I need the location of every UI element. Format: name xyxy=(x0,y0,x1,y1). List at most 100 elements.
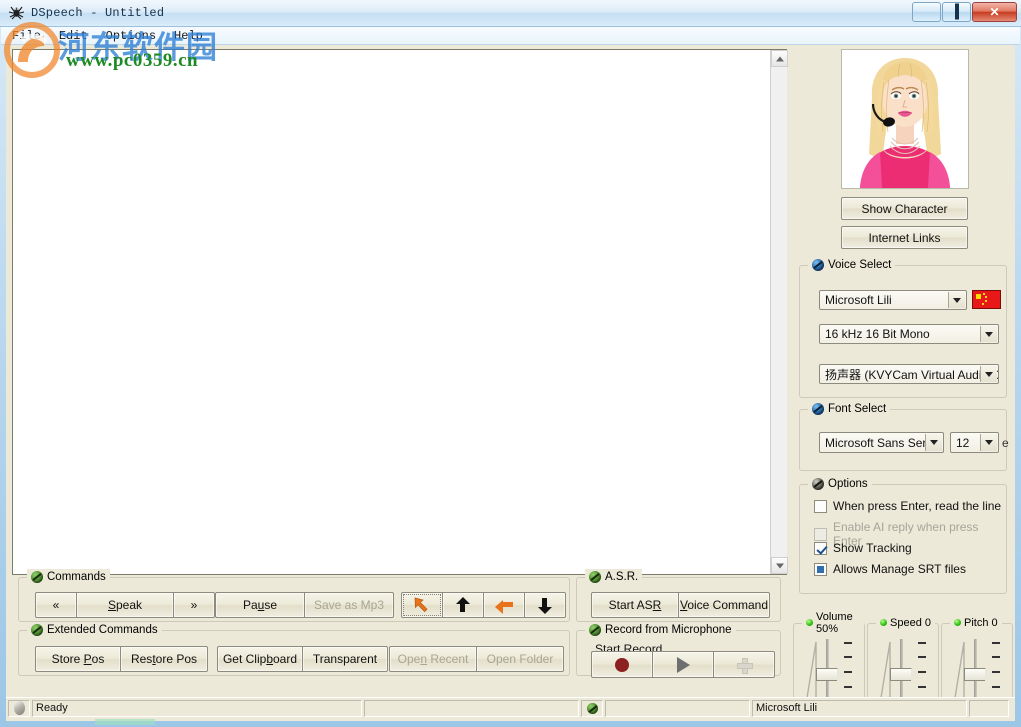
options-group-icon xyxy=(812,477,824,490)
asr-button-group: Start ASR Voice Command xyxy=(591,592,770,618)
transparent-button[interactable]: Transparent xyxy=(302,646,388,672)
menu-edit[interactable]: Edit xyxy=(52,28,95,44)
voice-dropdown[interactable]: Microsoft Lili xyxy=(819,290,967,310)
audio-format-dropdown-arrow[interactable] xyxy=(980,326,997,342)
save-as-mp3-button: Save as Mp3 xyxy=(304,592,394,618)
asr-title: A.S.R. xyxy=(585,569,643,584)
clipboard-button-group: Get Clipboard Transparent xyxy=(217,646,388,672)
pause-button[interactable]: Pause xyxy=(215,592,305,618)
font-name-dropdown-arrow[interactable] xyxy=(925,434,942,451)
play-button[interactable] xyxy=(652,651,714,678)
checkbox[interactable] xyxy=(814,499,827,513)
status-panel-3 xyxy=(581,699,603,717)
pause-save-group: Pause Save as Mp3 xyxy=(215,592,394,618)
option-show-tracking[interactable]: Show Tracking xyxy=(814,541,912,555)
pause-label: Pause xyxy=(242,598,278,612)
pitch-thumb[interactable] xyxy=(964,668,993,682)
get-clipboard-button[interactable]: Get Clipboard xyxy=(217,646,303,672)
audio-device-value: 扬声器 (KVYCam Virtual Audio C xyxy=(825,367,999,382)
character-preview[interactable] xyxy=(841,49,969,189)
maximize-icon xyxy=(954,3,959,20)
extended-commands-title: Extended Commands xyxy=(27,622,162,637)
record-button-group xyxy=(591,651,775,678)
record-group-icon xyxy=(589,623,601,636)
checkbox[interactable] xyxy=(814,562,827,576)
speed-label: Speed 0 xyxy=(890,616,931,629)
next-button[interactable]: » xyxy=(173,592,215,618)
status-panel-2 xyxy=(364,699,579,717)
speak-button-group: « Speak » xyxy=(35,592,215,618)
store-pos-label: Store Pos xyxy=(51,652,105,666)
status-ready-text: Ready xyxy=(36,702,68,714)
commands-group-icon xyxy=(31,570,43,583)
checkbox[interactable] xyxy=(814,541,827,555)
restore-pos-button[interactable]: Restore Pos xyxy=(120,646,208,672)
open-recent-button: Open Recent xyxy=(389,646,477,672)
previous-button[interactable]: « xyxy=(35,592,77,618)
chevron-down-icon xyxy=(985,371,993,377)
close-button[interactable]: ✕ xyxy=(972,2,1017,22)
voice-select-group: Voice Select Microsoft Lili 16 kHz 16 Bi… xyxy=(799,257,1007,398)
scroll-up-button[interactable] xyxy=(771,50,788,67)
menu-options[interactable]: Options xyxy=(99,28,163,44)
chevron-down-icon xyxy=(930,440,938,445)
china-flag-icon xyxy=(972,290,1001,309)
audio-device-dropdown-arrow[interactable] xyxy=(980,366,997,382)
speed-thumb[interactable] xyxy=(890,668,919,682)
voice-command-label: Voice Command xyxy=(679,598,769,612)
font-size-dropdown-arrow[interactable] xyxy=(980,434,997,451)
character-image xyxy=(842,50,968,188)
speak-label: Speak xyxy=(107,598,143,612)
record-circle-icon xyxy=(615,657,629,672)
internet-links-button[interactable]: Internet Links xyxy=(841,226,968,249)
left-arrow-button[interactable] xyxy=(483,592,525,618)
menu-help[interactable]: Help xyxy=(167,28,210,44)
status-bar: Ready Microsoft Lili xyxy=(6,697,1015,718)
option-label: When press Enter, read the line xyxy=(833,499,1002,513)
record-button[interactable] xyxy=(591,651,653,678)
font-select-label: Font Select xyxy=(828,402,887,415)
audio-device-dropdown[interactable]: 扬声器 (KVYCam Virtual Audio C xyxy=(819,364,999,384)
get-clipboard-label: Get Clipboard xyxy=(222,652,298,666)
store-pos-button[interactable]: Store Pos xyxy=(35,646,121,672)
editor-vertical-scrollbar[interactable] xyxy=(770,50,788,574)
minimize-button[interactable] xyxy=(912,2,941,22)
start-asr-button[interactable]: Start ASR xyxy=(591,592,679,618)
voice-command-button[interactable]: Voice Command xyxy=(678,592,770,618)
play-triangle-icon xyxy=(676,656,690,673)
show-character-button[interactable]: Show Character xyxy=(841,197,968,220)
down-arrow-button[interactable] xyxy=(524,592,566,618)
menu-bar: File Edit Options Help xyxy=(1,27,1020,45)
font-select-group: Font Select Microsoft Sans Serif 12 e xyxy=(799,401,1009,471)
asr-group: A.S.R. Start ASR Voice Command xyxy=(576,569,781,622)
volume-thumb[interactable] xyxy=(816,668,845,682)
maximize-button[interactable] xyxy=(942,2,971,22)
next-label: » xyxy=(190,598,198,612)
previous-label: « xyxy=(52,598,60,612)
option-read-line[interactable]: When press Enter, read the line xyxy=(814,499,1001,513)
internet-links-label: Internet Links xyxy=(868,230,941,245)
record-title: Record from Microphone xyxy=(585,622,736,637)
voice-dropdown-arrow[interactable] xyxy=(948,292,965,308)
up-arrow-button[interactable] xyxy=(442,592,484,618)
voice-dropdown-value: Microsoft Lili xyxy=(825,293,892,307)
transparent-label: Transparent xyxy=(312,652,378,666)
asr-group-icon xyxy=(589,570,601,583)
text-editor-area[interactable] xyxy=(13,50,769,574)
font-group-icon xyxy=(812,402,824,415)
speak-button[interactable]: Speak xyxy=(76,592,174,618)
option-manage-srt[interactable]: Allows Manage SRT files xyxy=(814,562,966,576)
nw-arrow-button[interactable] xyxy=(401,592,443,618)
nw-arrow-icon xyxy=(412,596,432,614)
scroll-down-button[interactable] xyxy=(771,557,788,574)
menu-file[interactable]: File xyxy=(5,28,48,44)
pitch-ticks xyxy=(992,642,1002,704)
font-size-dropdown[interactable]: 12 xyxy=(950,432,999,453)
voice-select-label: Voice Select xyxy=(828,258,892,271)
audio-format-dropdown[interactable]: 16 kHz 16 Bit Mono xyxy=(819,324,999,344)
chevron-down-icon xyxy=(953,297,961,303)
font-name-dropdown[interactable]: Microsoft Sans Serif xyxy=(819,432,944,453)
restore-pos-label: Restore Pos xyxy=(130,652,198,666)
status-icon-cell xyxy=(8,699,30,717)
green-ball-icon xyxy=(586,702,598,714)
